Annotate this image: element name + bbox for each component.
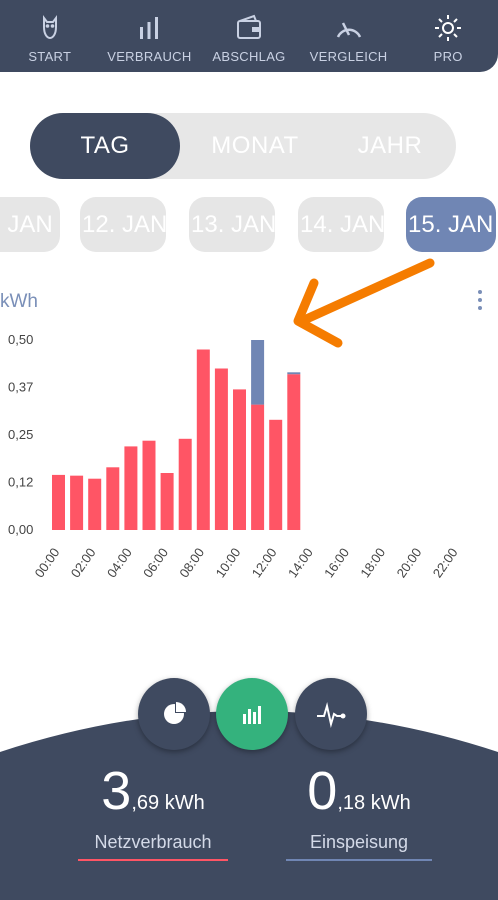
consumption-bar [178, 438, 192, 530]
date-pill[interactable]: 14. JAN [298, 197, 384, 252]
consumption-bar [214, 368, 228, 530]
x-tick-label: 02:00 [68, 545, 99, 580]
wallet-icon [236, 14, 261, 39]
consumption-bar [233, 389, 246, 530]
more-options-icon[interactable] [470, 285, 490, 315]
date-pill[interactable]: 13. JAN [189, 197, 275, 252]
feedin-stat: 0,18 kWh Einspeisung [286, 760, 432, 861]
consumption-bar [196, 349, 210, 530]
gauge-icon [336, 22, 361, 38]
nav-pro[interactable]: PRO [398, 0, 498, 72]
consumption-bar [287, 374, 301, 530]
y-tick-label: 0,12 [8, 475, 33, 490]
nav-verbrauch[interactable]: VERBRAUCH [100, 0, 200, 72]
nav-verbrauch-label: VERBRAUCH [107, 49, 192, 64]
x-tick-label: 00:00 [32, 545, 63, 580]
x-tick-label: 18:00 [357, 545, 388, 580]
nav-vergleich[interactable]: VERGLEICH [299, 0, 399, 72]
feedin-bar [287, 372, 301, 375]
date-pill-selected[interactable]: 15. JAN [406, 197, 496, 252]
bar-chart-icon [243, 706, 261, 724]
consumption-bar [88, 478, 102, 530]
feedin-value-rest: ,18 kWh [337, 792, 411, 814]
pie-chart-icon [164, 702, 186, 724]
period-segmented-control: TAG MONAT JAHR [30, 113, 456, 179]
feedin-label: Einspeisung [286, 832, 432, 861]
x-tick-label: 08:00 [176, 545, 207, 580]
y-tick-label: 0,00 [8, 522, 33, 537]
bar-view-button[interactable] [216, 678, 288, 750]
y-tick-label: 0,50 [8, 332, 33, 347]
owl-icon [42, 15, 57, 40]
x-tick-label: 10:00 [213, 545, 244, 580]
consumption-bar [124, 446, 138, 530]
x-tick-label: 16:00 [321, 545, 352, 580]
sun-icon [435, 15, 462, 41]
nav-abschlag[interactable]: ABSCHLAG [199, 0, 299, 72]
x-tick-label: 14:00 [285, 545, 316, 580]
consumption-bar [106, 467, 120, 530]
consumption-bar [52, 474, 65, 530]
segment-jahr[interactable]: JAHR [330, 113, 450, 179]
nav-vergleich-label: VERGLEICH [309, 49, 388, 64]
y-tick-label: 0,37 [8, 380, 33, 395]
nav-start-label: START [28, 49, 72, 64]
segment-tag[interactable]: TAG [30, 113, 180, 179]
y-tick-label: 0,25 [8, 427, 33, 442]
chart-unit-label: kWh [0, 291, 38, 312]
nav-start[interactable]: START [0, 0, 100, 72]
consumption-bar [251, 404, 265, 530]
x-tick-label: 12:00 [249, 545, 280, 580]
feedin-value-int: 0 [307, 761, 338, 821]
consumption-bar [160, 473, 174, 530]
nav-abschlag-label: ABSCHLAG [212, 49, 286, 64]
consumption-label: Netzverbrauch [78, 832, 228, 861]
date-pill[interactable]: 12. JAN [80, 197, 166, 252]
pulse-icon [317, 702, 346, 728]
consumption-bar [269, 419, 283, 530]
segment-monat[interactable]: MONAT [190, 113, 320, 179]
date-selector: . JAN 12. JAN 13. JAN 14. JAN 15. JAN [0, 192, 498, 256]
date-pill[interactable]: . JAN [0, 197, 60, 252]
annotation-arrow [293, 258, 435, 348]
live-view-button[interactable] [295, 678, 367, 750]
x-tick-label: 20:00 [394, 545, 425, 580]
feedin-bar [251, 340, 265, 405]
x-tick-label: 06:00 [140, 545, 171, 580]
x-tick-label: 04:00 [104, 545, 135, 580]
consumption-stat: 3,69 kWh Netzverbrauch [78, 760, 228, 861]
consumption-value-rest: ,69 kWh [131, 792, 205, 814]
consumption-bar [70, 475, 84, 530]
pie-view-button[interactable] [138, 678, 210, 750]
consumption-bar [142, 440, 156, 530]
top-navigation: START VERBRAUCH ABSCHLAG VERGLEICH PRO [0, 0, 498, 72]
bars-icon [140, 17, 159, 39]
consumption-value-int: 3 [101, 761, 132, 821]
nav-pro-label: PRO [433, 49, 463, 64]
x-tick-label: 22:00 [430, 545, 461, 580]
